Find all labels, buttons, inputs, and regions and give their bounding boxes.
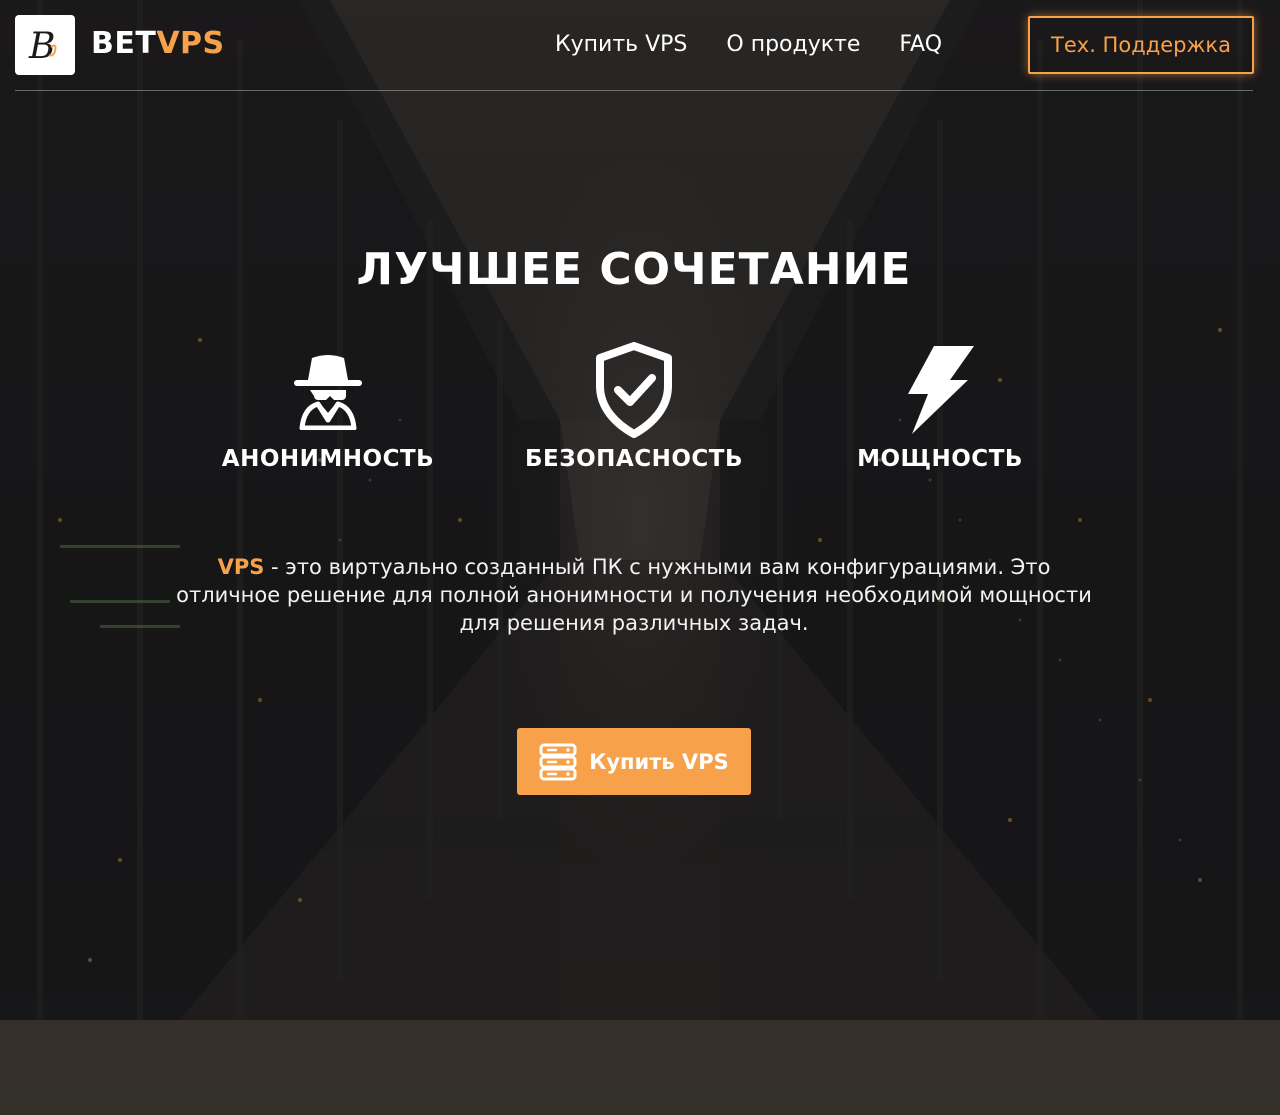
feature-label: БЕЗОПАСНОСТЬ bbox=[525, 446, 743, 472]
support-button[interactable]: Тех. Поддержка bbox=[1028, 16, 1254, 74]
feature-label: МОЩНОСТЬ bbox=[857, 446, 1023, 472]
main-nav: Купить VPS О продукте FAQ bbox=[555, 32, 942, 57]
brand-name[interactable]: BETVPS bbox=[91, 26, 225, 61]
buy-vps-label: Купить VPS bbox=[589, 749, 729, 774]
hero-overlay bbox=[0, 0, 1280, 1020]
buy-vps-button[interactable]: Купить VPS bbox=[517, 728, 751, 795]
logo-badge[interactable]: B bbox=[15, 15, 75, 75]
logo-b-icon: B bbox=[28, 26, 57, 65]
server-icon bbox=[539, 743, 577, 780]
section-divider-band bbox=[0, 1020, 1280, 1115]
nav-link-buy-vps[interactable]: Купить VPS bbox=[555, 32, 687, 57]
brand-name-part2: VPS bbox=[156, 26, 225, 61]
brand-name-part1: BET bbox=[91, 26, 157, 61]
feature-label: АНОНИМНОСТЬ bbox=[221, 446, 435, 472]
vps-description: VPS - это виртуально созданный ПК с нужн… bbox=[170, 553, 1098, 637]
shield-check-icon bbox=[596, 342, 672, 438]
nav-link-about[interactable]: О продукте bbox=[726, 32, 860, 57]
nav-link-faq[interactable]: FAQ bbox=[899, 32, 942, 57]
site-header: B BETVPS Купить VPS О продукте FAQ Тех. … bbox=[15, 0, 1254, 91]
lightning-icon bbox=[908, 346, 974, 434]
description-text: - это виртуально созданный ПК с нужными … bbox=[176, 555, 1092, 635]
feature-security: БЕЗОПАСНОСТЬ bbox=[494, 340, 774, 472]
hero-title: ЛУЧШЕЕ СОЧЕТАНИЕ bbox=[356, 244, 912, 295]
feature-power: МОЩНОСТЬ bbox=[800, 340, 1080, 472]
spy-icon bbox=[294, 355, 362, 430]
description-highlight: VPS bbox=[217, 555, 265, 579]
svg-text:B: B bbox=[28, 26, 55, 65]
feature-anonymity: АНОНИМНОСТЬ bbox=[188, 340, 468, 472]
